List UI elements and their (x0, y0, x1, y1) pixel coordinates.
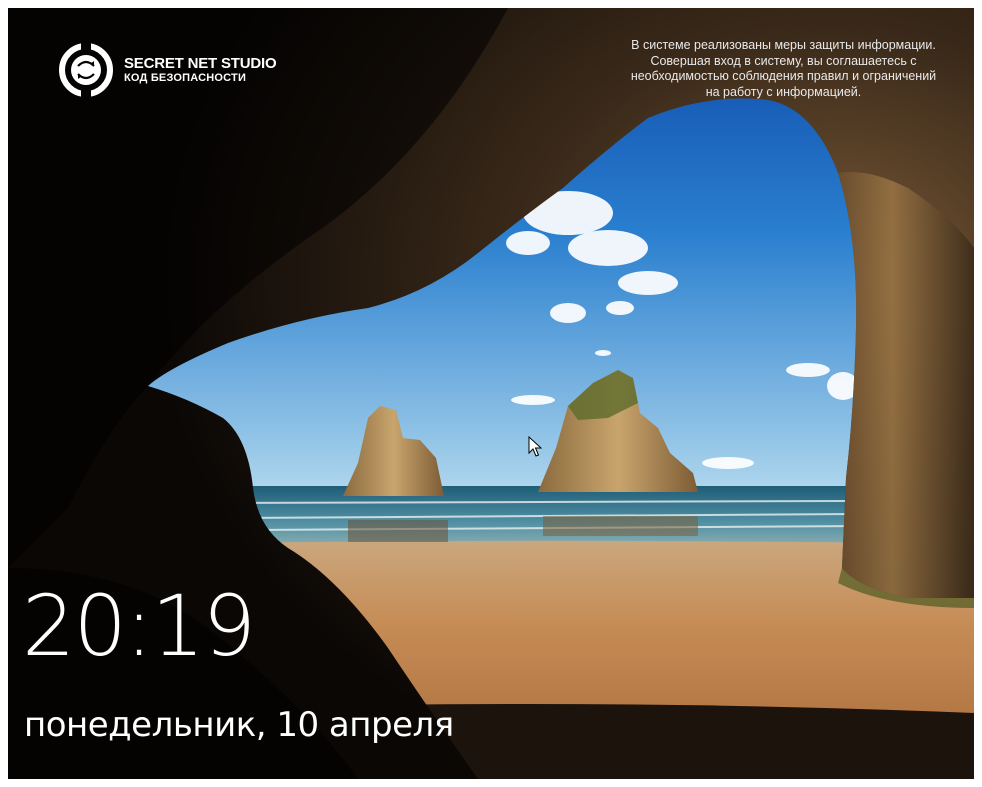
mouse-pointer-icon (528, 436, 542, 457)
product-name: SECRET NET STUDIO (124, 55, 277, 73)
brand-text: SECRET NET STUDIO КОД БЕЗОПАСНОСТИ (124, 55, 277, 85)
secret-net-studio-branding: SECRET NET STUDIO КОД БЕЗОПАСНОСТИ (58, 42, 277, 98)
secret-net-studio-logo-icon (59, 43, 113, 97)
lock-screen-date: понедельник, 10 апреля (24, 705, 454, 745)
product-subtitle: КОД БЕЗОПАСНОСТИ (124, 72, 247, 85)
security-notice-line: В системе реализованы меры защиты информ… (631, 38, 936, 52)
security-notice-line: необходимостью соблюдения правил и огран… (630, 69, 937, 83)
security-notice: В системе реализованы меры защиты информ… (601, 38, 966, 100)
lock-screen[interactable]: SECRET NET STUDIO КОД БЕЗОПАСНОСТИ В сис… (8, 8, 974, 779)
lock-screen-time: 20:19 (22, 577, 256, 675)
security-notice-line: на работу с информацией. (705, 84, 862, 99)
security-notice-line: Совершая вход в систему, вы соглашаетесь… (650, 53, 917, 68)
